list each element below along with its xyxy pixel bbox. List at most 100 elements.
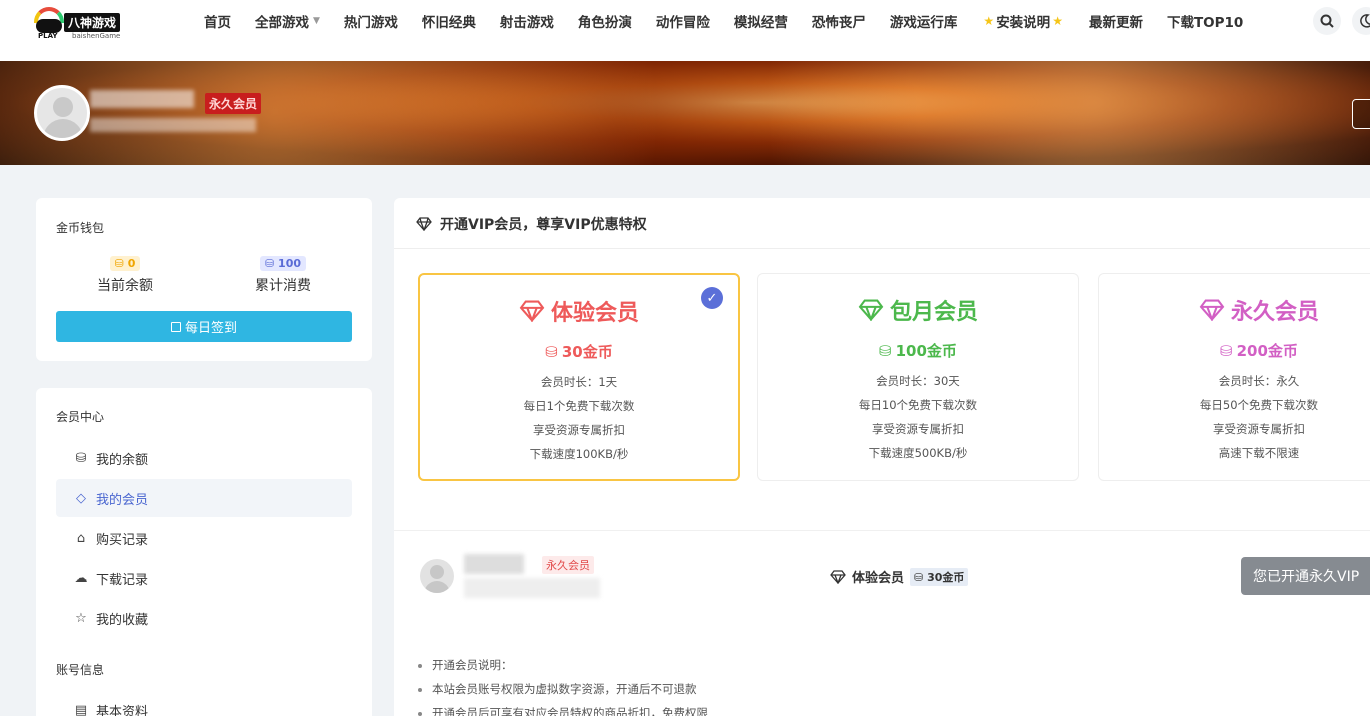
nav-home[interactable]: 首页 bbox=[192, 11, 243, 31]
nav-label: 怀旧经典 bbox=[421, 15, 476, 31]
nav-latest[interactable]: 最新更新 bbox=[1077, 11, 1155, 31]
nav-label: 射击游戏 bbox=[499, 15, 554, 31]
id-card-icon: ▤ bbox=[74, 702, 88, 716]
avatar-body bbox=[43, 119, 83, 138]
avatar-body bbox=[424, 581, 450, 593]
coins-icon: ⛁ bbox=[545, 342, 558, 361]
nav-rpg[interactable]: 角色扮演 bbox=[566, 11, 644, 31]
plan-feature: 下载速度100KB/秒 bbox=[529, 447, 629, 461]
top-navbar: PLAY 八神游戏 baishenGame 首页 全部游戏 ▼ 热门游戏 怀旧经典… bbox=[0, 0, 1370, 61]
nav-runtime[interactable]: 游戏运行库 bbox=[878, 11, 970, 31]
spent-value: ⛁ 100 bbox=[259, 256, 307, 271]
vip-title: 开通VIP会员，尊享VIP优惠特权 bbox=[440, 217, 647, 233]
nav-install-guide[interactable]: ★ 安装说明 ★ bbox=[969, 11, 1077, 31]
plan-feature: 享受资源专属折扣 bbox=[1213, 422, 1305, 436]
balance-number: 0 bbox=[127, 257, 136, 270]
nav-label: 恐怖丧尸 bbox=[811, 15, 866, 31]
selected-plan-summary: 体验会员 ⛁ 30金币 bbox=[830, 567, 969, 586]
site-logo[interactable]: PLAY 八神游戏 baishenGame bbox=[34, 5, 120, 41]
balance-value: ⛁ 0 bbox=[109, 256, 141, 271]
spent-number: 100 bbox=[278, 257, 302, 270]
nav-shooter[interactable]: 射击游戏 bbox=[488, 11, 566, 31]
nav-top10[interactable]: 下载TOP10 bbox=[1155, 11, 1255, 31]
nav-classic[interactable]: 怀旧经典 bbox=[410, 11, 488, 31]
sidebar-item-favorites[interactable]: ☆ 我的收藏 bbox=[56, 599, 352, 637]
avatar-head bbox=[430, 565, 444, 579]
plan-feature: 会员时长：1天 bbox=[540, 375, 618, 389]
logo-text: 八神游戏 bbox=[64, 13, 120, 32]
list-item: 开通会员说明： bbox=[418, 653, 708, 677]
list-item: 开通会员后可享有对应会员特权的商品折扣，免费权限 bbox=[418, 701, 708, 716]
sidebar-item-label: 基本资料 bbox=[96, 704, 149, 716]
nav-label: 首页 bbox=[204, 15, 231, 31]
nav-hot-games[interactable]: 热门游戏 bbox=[332, 11, 410, 31]
coins-icon: ⛁ bbox=[75, 450, 87, 466]
spent-label: 累计消费 bbox=[255, 278, 311, 294]
plan-feature: 每日50个免费下载次数 bbox=[1199, 398, 1319, 412]
coin-icon: ⛁ bbox=[114, 257, 124, 270]
plan-price-text: 100金币 bbox=[895, 342, 957, 360]
sidebar-item-label: 我的会员 bbox=[96, 492, 149, 508]
nav-label: 动作冒险 bbox=[655, 15, 710, 31]
avatar-head bbox=[53, 97, 73, 117]
vip-header: 开通VIP会员，尊享VIP优惠特权 bbox=[416, 214, 647, 234]
profile-banner: 永久会员 bbox=[0, 61, 1370, 165]
plan-card-monthly[interactable]: 包月会员 ⛁ 100金币 会员时长：30天 每日10个免费下载次数 享受资源专属折… bbox=[757, 273, 1079, 481]
plan-feature: 享受资源专属折扣 bbox=[533, 423, 625, 437]
sidebar-item-label: 下载记录 bbox=[96, 572, 149, 588]
selected-plan-price-text: 30金币 bbox=[927, 570, 965, 584]
sidebar-item-profile[interactable]: ▤ 基本资料 bbox=[56, 691, 352, 716]
wallet-card: 金币钱包 ⛁ 0 当前余额 ⛁ 100 累计消费 每日签到 bbox=[36, 198, 372, 361]
moon-icon bbox=[1360, 14, 1370, 28]
logout-button[interactable] bbox=[1352, 99, 1370, 129]
plan-card-trial[interactable]: ✓ 体验会员 ⛁ 30金币 会员时长：1天 每日1个免费下载次数 享受资源专属折扣… bbox=[418, 273, 740, 481]
plan-price-text: 30金币 bbox=[561, 343, 613, 361]
avatar[interactable] bbox=[34, 85, 90, 141]
account-info-title: 账号信息 bbox=[56, 663, 105, 677]
sidebar-item-downloads[interactable]: ☁ 下载记录 bbox=[56, 559, 352, 597]
checkbox-icon bbox=[170, 321, 181, 332]
plan-features: 会员时长：30天 每日10个免费下载次数 享受资源专属折扣 下载速度500KB/… bbox=[758, 369, 1078, 465]
cloud-download-icon: ☁ bbox=[74, 570, 88, 586]
search-button[interactable] bbox=[1313, 7, 1341, 35]
spent-stat: ⛁ 100 累计消费 bbox=[223, 252, 343, 295]
nav-label: 最新更新 bbox=[1088, 15, 1143, 31]
theme-toggle-button[interactable] bbox=[1352, 7, 1370, 35]
star-icon: ★ bbox=[983, 14, 995, 28]
logo-play: PLAY bbox=[38, 32, 58, 40]
chevron-down-icon: ▼ bbox=[313, 16, 320, 26]
plan-feature: 会员时长：30天 bbox=[876, 374, 960, 388]
wallet-title: 金币钱包 bbox=[56, 221, 105, 235]
sidebar-item-balance[interactable]: ⛁ 我的余额 bbox=[56, 439, 352, 477]
nav-action[interactable]: 动作冒险 bbox=[644, 11, 722, 31]
vip-badge: 永久会员 bbox=[205, 93, 262, 114]
selected-plan-name: 体验会员 bbox=[852, 571, 905, 586]
plan-feature: 每日1个免费下载次数 bbox=[523, 399, 635, 413]
divider bbox=[394, 248, 1370, 249]
nav-simulation[interactable]: 模拟经营 bbox=[722, 11, 800, 31]
nav-label: 角色扮演 bbox=[577, 15, 632, 31]
diamond-icon: ◇ bbox=[76, 490, 86, 506]
already-vip-button[interactable]: 您已开通永久VIP bbox=[1241, 557, 1370, 595]
nav-all-games[interactable]: 全部游戏 ▼ bbox=[243, 11, 332, 31]
daily-checkin-button[interactable]: 每日签到 bbox=[56, 311, 352, 342]
plan-price: ⛁ 30金币 bbox=[420, 341, 738, 362]
nav-horror[interactable]: 恐怖丧尸 bbox=[800, 11, 878, 31]
nav-label: 游戏运行库 bbox=[889, 15, 958, 31]
avatar bbox=[420, 559, 454, 593]
plan-name-text: 体验会员 bbox=[550, 301, 639, 326]
coins-icon: ⛁ bbox=[1220, 341, 1233, 360]
username-blurred bbox=[464, 554, 524, 574]
plan-name-text: 永久会员 bbox=[1230, 300, 1319, 325]
plan-name: 包月会员 bbox=[758, 294, 1078, 326]
sidebar-item-purchases[interactable]: ⌂ 购买记录 bbox=[56, 519, 352, 557]
plan-price-text: 200金币 bbox=[1236, 342, 1298, 360]
logo-subtext: baishenGame bbox=[72, 32, 121, 40]
plan-card-permanent[interactable]: 永久会员 ⛁ 200金币 会员时长：永久 每日50个免费下载次数 享受资源专属折扣… bbox=[1098, 273, 1370, 481]
plan-feature: 享受资源专属折扣 bbox=[872, 422, 964, 436]
plan-name: 体验会员 bbox=[420, 295, 738, 327]
sidebar-item-membership[interactable]: ◇ 我的会员 bbox=[56, 479, 352, 517]
user-info-blurred bbox=[90, 118, 256, 132]
selected-plan-price: ⛁ 30金币 bbox=[910, 567, 969, 586]
main-nav: 首页 全部游戏 ▼ 热门游戏 怀旧经典 射击游戏 角色扮演 动作冒险 模拟经营 恐… bbox=[192, 0, 1255, 42]
